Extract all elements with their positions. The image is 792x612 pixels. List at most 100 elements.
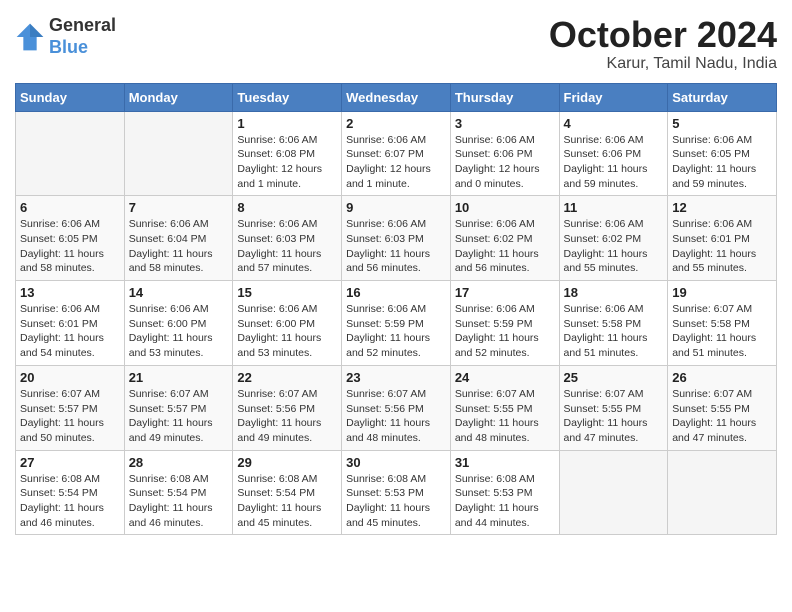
day-info: Sunrise: 6:07 AM Sunset: 5:56 PM Dayligh… (237, 387, 337, 446)
day-number: 30 (346, 455, 446, 470)
table-row: 10 Sunrise: 6:06 AM Sunset: 6:02 PM Dayli… (450, 196, 559, 281)
table-row: 24Sunrise: 6:07 AM Sunset: 5:55 PM Dayli… (450, 365, 559, 450)
day-number: 29 (237, 455, 337, 470)
logo-icon (15, 22, 45, 52)
day-info: Sunrise: 6:06 AM Sunset: 6:04 PM Dayligh… (129, 217, 229, 276)
calendar-body: 1 Sunrise: 6:06 AM Sunset: 6:08 PM Daylig… (16, 111, 777, 535)
table-row: 25 Sunrise: 6:07 AM Sunset: 5:55 PM Dayli… (559, 365, 668, 450)
day-number: 23 (346, 370, 446, 385)
day-info: Sunrise: 6:07 AM Sunset: 5:57 PM Dayligh… (20, 387, 120, 446)
logo-general-text: General (49, 15, 116, 37)
day-info: Sunrise: 6:07 AM Sunset: 5:55 PM Dayligh… (672, 387, 772, 446)
day-number: 1 (237, 116, 337, 131)
table-row: 21 Sunrise: 6:07 AM Sunset: 5:57 PM Dayli… (124, 365, 233, 450)
day-number: 6 (20, 200, 120, 215)
table-row: 3Sunrise: 6:06 AM Sunset: 6:06 PM Daylig… (450, 111, 559, 196)
title-section: October 2024 Karur, Tamil Nadu, India (549, 15, 777, 73)
logo-blue-text: Blue (49, 37, 116, 59)
logo: General Blue (15, 15, 116, 58)
day-number: 20 (20, 370, 120, 385)
day-number: 18 (564, 285, 664, 300)
table-row: 4 Sunrise: 6:06 AM Sunset: 6:06 PM Daylig… (559, 111, 668, 196)
table-row: 22 Sunrise: 6:07 AM Sunset: 5:56 PM Dayli… (233, 365, 342, 450)
table-row: 14Sunrise: 6:06 AM Sunset: 6:00 PM Dayli… (124, 281, 233, 366)
table-row: 18 Sunrise: 6:06 AM Sunset: 5:58 PM Dayli… (559, 281, 668, 366)
table-row: 12Sunrise: 6:06 AM Sunset: 6:01 PM Dayli… (668, 196, 777, 281)
day-info: Sunrise: 6:06 AM Sunset: 6:07 PM Dayligh… (346, 133, 446, 192)
table-row: 11 Sunrise: 6:06 AM Sunset: 6:02 PM Dayli… (559, 196, 668, 281)
day-info: Sunrise: 6:06 AM Sunset: 6:02 PM Dayligh… (564, 217, 664, 276)
day-number: 16 (346, 285, 446, 300)
calendar-week-row: 27 Sunrise: 6:08 AM Sunset: 5:54 PM Dayli… (16, 450, 777, 535)
header-row: Sunday Monday Tuesday Wednesday Thursday… (16, 83, 777, 111)
table-row: 7 Sunrise: 6:06 AM Sunset: 6:04 PM Daylig… (124, 196, 233, 281)
day-number: 4 (564, 116, 664, 131)
calendar-week-row: 13 Sunrise: 6:06 AM Sunset: 6:01 PM Dayli… (16, 281, 777, 366)
day-number: 11 (564, 200, 664, 215)
col-friday: Friday (559, 83, 668, 111)
day-number: 14 (129, 285, 229, 300)
location-subtitle: Karur, Tamil Nadu, India (549, 55, 777, 73)
day-number: 10 (455, 200, 555, 215)
day-number: 19 (672, 285, 772, 300)
day-info: Sunrise: 6:07 AM Sunset: 5:57 PM Dayligh… (129, 387, 229, 446)
day-info: Sunrise: 6:06 AM Sunset: 6:05 PM Dayligh… (672, 133, 772, 192)
table-row: 17Sunrise: 6:06 AM Sunset: 5:59 PM Dayli… (450, 281, 559, 366)
day-number: 28 (129, 455, 229, 470)
table-row (16, 111, 125, 196)
day-info: Sunrise: 6:06 AM Sunset: 6:03 PM Dayligh… (346, 217, 446, 276)
month-year-title: October 2024 (549, 15, 777, 55)
calendar-week-row: 20 Sunrise: 6:07 AM Sunset: 5:57 PM Dayli… (16, 365, 777, 450)
day-info: Sunrise: 6:06 AM Sunset: 6:01 PM Dayligh… (672, 217, 772, 276)
col-saturday: Saturday (668, 83, 777, 111)
col-wednesday: Wednesday (342, 83, 451, 111)
day-info: Sunrise: 6:06 AM Sunset: 6:01 PM Dayligh… (20, 302, 120, 361)
table-row: 26 Sunrise: 6:07 AM Sunset: 5:55 PM Dayli… (668, 365, 777, 450)
day-number: 3 (455, 116, 555, 131)
day-number: 5 (672, 116, 772, 131)
day-number: 26 (672, 370, 772, 385)
table-row: 9Sunrise: 6:06 AM Sunset: 6:03 PM Daylig… (342, 196, 451, 281)
col-thursday: Thursday (450, 83, 559, 111)
day-info: Sunrise: 6:06 AM Sunset: 6:03 PM Dayligh… (237, 217, 337, 276)
day-number: 21 (129, 370, 229, 385)
calendar-header: Sunday Monday Tuesday Wednesday Thursday… (16, 83, 777, 111)
day-info: Sunrise: 6:06 AM Sunset: 5:58 PM Dayligh… (564, 302, 664, 361)
table-row (124, 111, 233, 196)
calendar-week-row: 6Sunrise: 6:06 AM Sunset: 6:05 PM Daylig… (16, 196, 777, 281)
col-monday: Monday (124, 83, 233, 111)
day-number: 13 (20, 285, 120, 300)
table-row: 19 Sunrise: 6:07 AM Sunset: 5:58 PM Dayli… (668, 281, 777, 366)
day-number: 25 (564, 370, 664, 385)
day-number: 7 (129, 200, 229, 215)
day-info: Sunrise: 6:06 AM Sunset: 6:06 PM Dayligh… (564, 133, 664, 192)
day-number: 31 (455, 455, 555, 470)
day-info: Sunrise: 6:07 AM Sunset: 5:55 PM Dayligh… (564, 387, 664, 446)
table-row: 29 Sunrise: 6:08 AM Sunset: 5:54 PM Dayli… (233, 450, 342, 535)
col-sunday: Sunday (16, 83, 125, 111)
day-info: Sunrise: 6:06 AM Sunset: 6:02 PM Dayligh… (455, 217, 555, 276)
calendar-week-row: 1 Sunrise: 6:06 AM Sunset: 6:08 PM Daylig… (16, 111, 777, 196)
day-info: Sunrise: 6:08 AM Sunset: 5:54 PM Dayligh… (129, 472, 229, 531)
table-row: 6Sunrise: 6:06 AM Sunset: 6:05 PM Daylig… (16, 196, 125, 281)
day-info: Sunrise: 6:08 AM Sunset: 5:54 PM Dayligh… (20, 472, 120, 531)
day-info: Sunrise: 6:06 AM Sunset: 5:59 PM Dayligh… (455, 302, 555, 361)
table-row: 28 Sunrise: 6:08 AM Sunset: 5:54 PM Dayli… (124, 450, 233, 535)
day-info: Sunrise: 6:06 AM Sunset: 5:59 PM Dayligh… (346, 302, 446, 361)
table-row: 20 Sunrise: 6:07 AM Sunset: 5:57 PM Dayli… (16, 365, 125, 450)
day-info: Sunrise: 6:07 AM Sunset: 5:58 PM Dayligh… (672, 302, 772, 361)
table-row: 15Sunrise: 6:06 AM Sunset: 6:00 PM Dayli… (233, 281, 342, 366)
day-number: 8 (237, 200, 337, 215)
table-row (559, 450, 668, 535)
table-row: 31Sunrise: 6:08 AM Sunset: 5:53 PM Dayli… (450, 450, 559, 535)
table-row: 16 Sunrise: 6:06 AM Sunset: 5:59 PM Dayli… (342, 281, 451, 366)
day-number: 22 (237, 370, 337, 385)
day-info: Sunrise: 6:06 AM Sunset: 6:08 PM Dayligh… (237, 133, 337, 192)
day-info: Sunrise: 6:07 AM Sunset: 5:55 PM Dayligh… (455, 387, 555, 446)
day-number: 27 (20, 455, 120, 470)
day-info: Sunrise: 6:08 AM Sunset: 5:54 PM Dayligh… (237, 472, 337, 531)
calendar-table: Sunday Monday Tuesday Wednesday Thursday… (15, 83, 777, 536)
table-row (668, 450, 777, 535)
day-number: 2 (346, 116, 446, 131)
day-info: Sunrise: 6:07 AM Sunset: 5:56 PM Dayligh… (346, 387, 446, 446)
